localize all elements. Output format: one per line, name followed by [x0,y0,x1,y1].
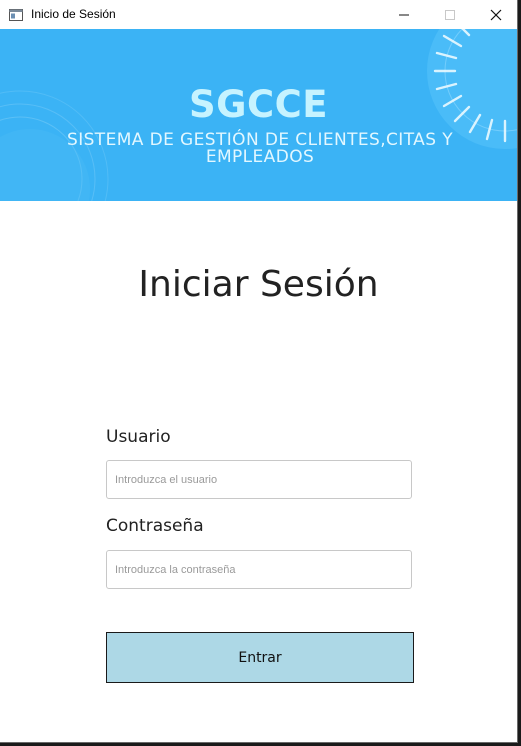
close-icon [490,9,502,21]
maximize-icon [445,10,455,20]
login-window: Inicio de Sesión SGCCE SISTEMA DE GESTIÓ… [0,0,518,743]
app-logo: SGCCE [188,83,329,126]
app-window-icon [9,8,23,21]
close-button[interactable] [473,0,517,29]
app-subtitle-line-2: EMPLEADOS [205,147,315,167]
minimize-button[interactable] [381,0,427,29]
username-label: Usuario [106,427,171,447]
minimize-icon [399,14,409,16]
maximize-button[interactable] [427,0,473,29]
login-button[interactable]: Entrar [106,632,414,683]
app-subtitle: SISTEMA DE GESTIÓN DE CLIENTES,CITAS Y E… [30,132,490,166]
header-banner: SGCCE SISTEMA DE GESTIÓN DE CLIENTES,CIT… [0,29,517,201]
title-bar[interactable]: Inicio de Sesión [0,0,517,29]
username-input[interactable] [106,460,412,499]
page-title: Iniciar Sesión [138,264,379,305]
password-label: Contraseña [106,516,204,536]
window-title: Inicio de Sesión [31,7,116,21]
password-input[interactable] [106,550,412,589]
